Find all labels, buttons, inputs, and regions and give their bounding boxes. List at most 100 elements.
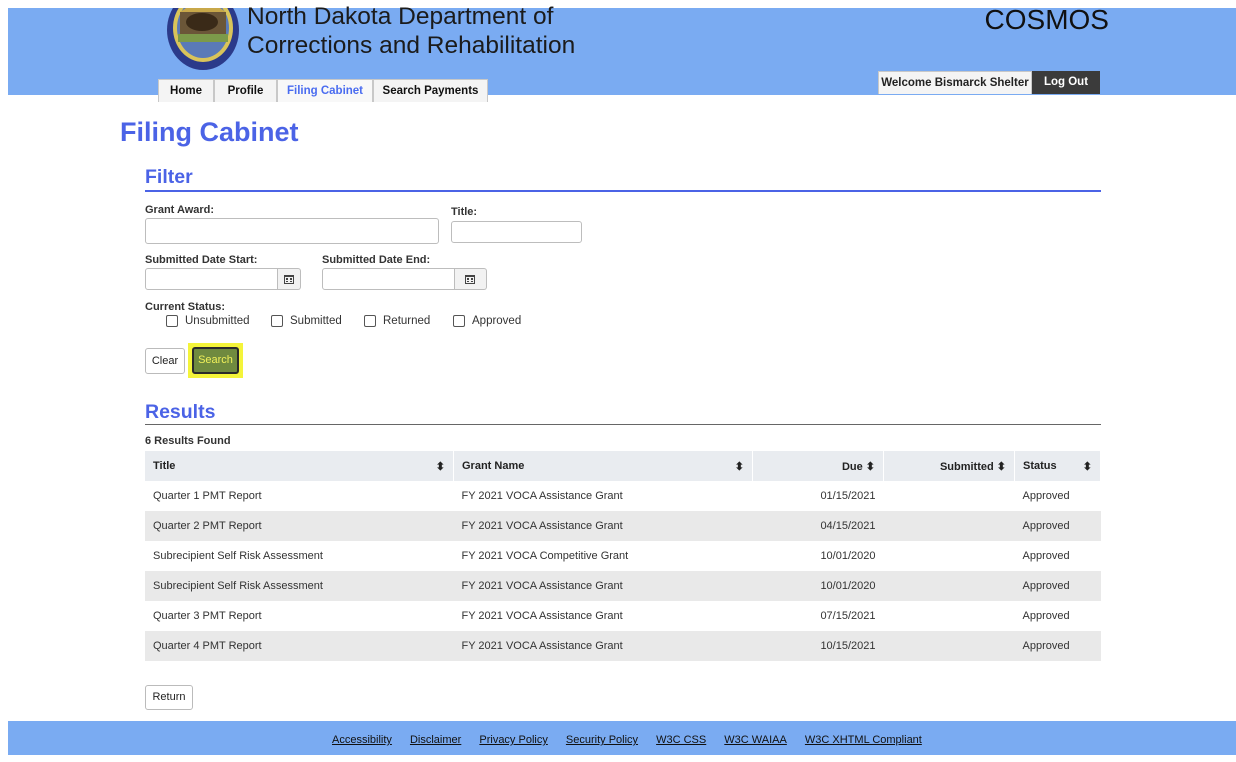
checkbox-label: Returned	[383, 315, 431, 327]
sort-icon[interactable]: ⬍	[997, 461, 1006, 473]
footer-link-w3c-css[interactable]: W3C CSS	[656, 734, 706, 746]
table-row[interactable]: Quarter 3 PMT Report FY 2021 VOCA Assist…	[145, 601, 1101, 631]
checkbox-box[interactable]	[364, 315, 376, 327]
footer-link-disclaimer[interactable]: Disclaimer	[410, 734, 461, 746]
app-name: COSMOS	[984, 4, 1109, 35]
filter-divider	[145, 190, 1101, 192]
calendar-icon[interactable]	[455, 268, 487, 290]
cell-title: Quarter 1 PMT Report	[153, 490, 262, 502]
column-header-title[interactable]: Title ⬍	[145, 451, 454, 481]
cell-grant-name: FY 2021 VOCA Assistance Grant	[453, 571, 753, 601]
cell-due: 10/01/2020	[752, 571, 884, 601]
grant-award-label: Grant Award:	[145, 204, 215, 216]
cell-grant-name: FY 2021 VOCA Assistance Grant	[453, 511, 753, 541]
column-header-label: Submitted	[939, 460, 994, 473]
cell-status: Approved	[1014, 631, 1101, 661]
logout-button[interactable]: Log Out	[1032, 71, 1100, 94]
column-header-label: Due	[841, 460, 863, 473]
cell-status: Approved	[1014, 511, 1101, 541]
grant-award-input[interactable]	[145, 218, 439, 244]
clear-button[interactable]: Clear	[145, 348, 185, 374]
search-button[interactable]: Search	[192, 347, 239, 374]
tab-filing-cabinet[interactable]: Filing Cabinet	[277, 79, 373, 102]
column-header-label: Grant Name	[462, 459, 525, 472]
results-table: Title ⬍ Grant Name ⬍ Due ⬍ Submitted ⬍ Sta…	[145, 451, 1101, 661]
footer-link-w3c-xhtml[interactable]: W3C XHTML Compliant	[805, 734, 922, 746]
checkbox-label: Approved	[472, 315, 522, 327]
status-checkbox-unsubmitted[interactable]: Unsubmitted	[166, 315, 250, 327]
filter-heading: Filter	[145, 166, 193, 188]
checkbox-box[interactable]	[453, 315, 465, 327]
checkbox-box[interactable]	[166, 315, 178, 327]
sort-icon[interactable]: ⬍	[866, 461, 875, 473]
cell-title: Subrecipient Self Risk Assessment	[145, 571, 454, 601]
cell-status: Approved	[1022, 490, 1070, 502]
title-input[interactable]	[451, 221, 582, 243]
results-count: 6 Results Found	[145, 435, 231, 447]
cell-due: 01/15/2021	[820, 490, 876, 502]
site-footer: Accessibility Disclaimer Privacy Policy …	[8, 721, 1236, 755]
footer-link-privacy-policy[interactable]: Privacy Policy	[479, 734, 547, 746]
table-header-row: Title ⬍ Grant Name ⬍ Due ⬍ Submitted ⬍ Sta…	[145, 451, 1101, 481]
table-row[interactable]: Quarter 1 PMT Report FY 2021 VOCA Assist…	[145, 481, 1101, 511]
table-row[interactable]: Subrecipient Self Risk Assessment FY 202…	[145, 571, 1101, 601]
cell-status: Approved	[1022, 610, 1070, 622]
cell-submitted	[883, 631, 1015, 661]
sort-icon[interactable]: ⬍	[735, 460, 744, 473]
column-header-label: Title	[153, 459, 176, 472]
cell-submitted	[883, 571, 1015, 601]
checkbox-label: Unsubmitted	[185, 315, 250, 327]
column-header-submitted[interactable]: Submitted ⬍	[883, 451, 1015, 481]
results-divider	[145, 424, 1101, 425]
status-checkbox-approved[interactable]: Approved	[453, 315, 521, 327]
column-header-status[interactable]: Status ⬍	[1014, 451, 1101, 481]
cell-grant-name: FY 2021 VOCA Assistance Grant	[461, 610, 623, 622]
cell-title: Quarter 4 PMT Report	[145, 631, 454, 661]
submitted-date-start-input[interactable]	[145, 268, 278, 290]
agency-name-line2: Corrections and Rehabilitation	[247, 32, 576, 59]
current-status-label: Current Status:	[145, 301, 226, 313]
cell-submitted	[884, 541, 1015, 571]
tab-profile[interactable]: Profile	[214, 79, 277, 102]
cell-title: Quarter 3 PMT Report	[153, 610, 262, 622]
table-row[interactable]: Quarter 4 PMT Report FY 2021 VOCA Assist…	[145, 631, 1101, 661]
cell-submitted	[884, 481, 1015, 511]
footer-links: Accessibility Disclaimer Privacy Policy …	[332, 734, 937, 746]
cell-submitted	[883, 511, 1015, 541]
column-header-due[interactable]: Due ⬍	[752, 451, 884, 481]
footer-link-w3c-waiaa[interactable]: W3C WAIAA	[724, 734, 787, 746]
site-header: North Dakota Department of Corrections a…	[8, 3, 1236, 102]
cell-due: 10/01/2020	[820, 550, 876, 562]
title-label: Title:	[451, 206, 478, 218]
sort-icon[interactable]: ⬍	[1083, 460, 1092, 473]
submitted-date-end-label: Submitted Date End:	[322, 254, 431, 266]
department-seal-icon	[166, 8, 240, 70]
footer-link-accessibility[interactable]: Accessibility	[332, 734, 392, 746]
checkbox-box[interactable]	[271, 315, 283, 327]
cell-title: Subrecipient Self Risk Assessment	[153, 550, 323, 562]
tab-search-payments[interactable]: Search Payments	[373, 79, 488, 102]
status-checkbox-submitted[interactable]: Submitted	[271, 315, 342, 327]
table-row[interactable]: Quarter 2 PMT Report FY 2021 VOCA Assist…	[145, 511, 1101, 541]
cell-grant-name: FY 2021 VOCA Competitive Grant	[461, 550, 629, 562]
cell-grant-name: FY 2021 VOCA Assistance Grant	[461, 490, 623, 502]
footer-link-security-policy[interactable]: Security Policy	[566, 734, 638, 746]
agency-name: North Dakota Department of Corrections a…	[247, 2, 575, 60]
welcome-message: Welcome Bismarck Shelter	[878, 71, 1032, 94]
checkbox-label: Submitted	[290, 315, 342, 327]
results-heading: Results	[145, 401, 216, 423]
tab-home[interactable]: Home	[158, 79, 214, 102]
table-row[interactable]: Subrecipient Self Risk Assessment FY 202…	[145, 541, 1101, 571]
agency-name-line1: North Dakota Department of	[247, 3, 554, 30]
cell-due: 10/15/2021	[752, 631, 884, 661]
column-header-label: Status	[1023, 459, 1057, 472]
sort-icon[interactable]: ⬍	[436, 460, 445, 473]
cell-grant-name: FY 2021 VOCA Assistance Grant	[453, 631, 753, 661]
column-header-grant-name[interactable]: Grant Name ⬍	[453, 451, 753, 481]
cell-title: Quarter 2 PMT Report	[145, 511, 454, 541]
return-button[interactable]: Return	[145, 685, 193, 710]
submitted-date-end-input[interactable]	[322, 268, 455, 290]
status-checkbox-returned[interactable]: Returned	[364, 315, 430, 327]
submitted-date-start-label: Submitted Date Start:	[145, 254, 258, 266]
calendar-icon[interactable]	[278, 268, 301, 290]
